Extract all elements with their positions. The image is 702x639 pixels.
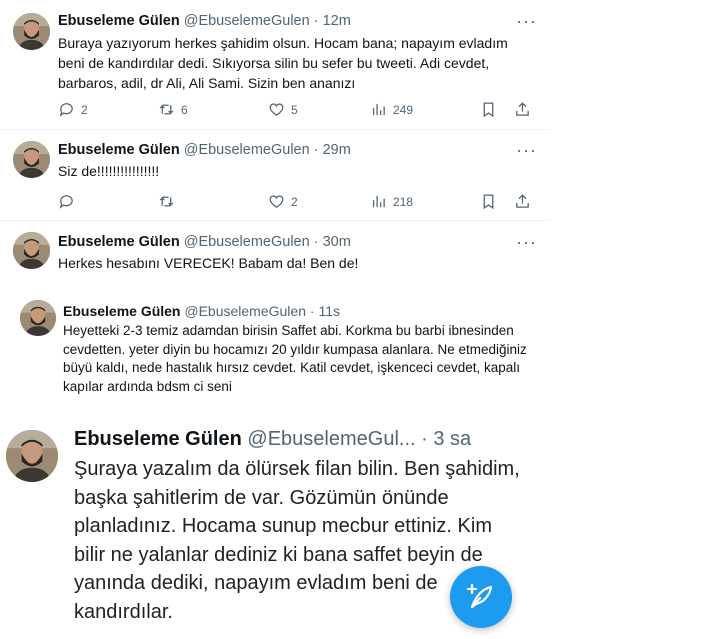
author-name[interactable]: Ebuseleme Gülen <box>58 142 180 158</box>
avatar[interactable] <box>20 300 56 336</box>
tweet-text: Siz de!!!!!!!!!!!!!!!! <box>58 163 160 179</box>
retweet-button[interactable]: 6 <box>158 101 268 118</box>
like-count: 2 <box>291 194 298 209</box>
avatar[interactable] <box>13 13 50 50</box>
author-handle[interactable]: @EbuselemeGulen <box>184 234 310 250</box>
tweet-text: Herkes hesabını VERECEK! Babam da! Ben d… <box>58 255 359 271</box>
tweet-time[interactable]: · 3 sa <box>421 428 471 450</box>
author-name[interactable]: Ebuseleme Gülen <box>58 234 180 250</box>
share-icon <box>516 102 529 116</box>
retweet-count: 6 <box>181 102 188 117</box>
tweet-text: Buraya yazıyorum herkes şahidim olsun. H… <box>58 35 508 91</box>
retweet-button[interactable] <box>158 193 268 210</box>
compose-feather-icon <box>466 583 493 609</box>
views-icon <box>372 195 385 208</box>
views-button[interactable]: 218 <box>370 193 480 210</box>
more-dots-icon[interactable]: ··· <box>516 233 537 251</box>
tweet-text: Heyetteki 2-3 temiz adamdan birisin Saff… <box>63 323 527 394</box>
share-button[interactable] <box>514 193 531 210</box>
more-dots-icon[interactable]: ··· <box>516 141 537 159</box>
avatar[interactable] <box>13 141 50 178</box>
like-count: 5 <box>291 102 298 117</box>
views-count: 249 <box>393 102 414 117</box>
like-button[interactable]: 2 <box>268 193 370 210</box>
heart-icon <box>269 103 284 116</box>
views-button[interactable]: 249 <box>370 101 480 118</box>
share-icon <box>516 194 529 208</box>
divider <box>0 129 550 130</box>
bookmark-button[interactable] <box>480 193 514 210</box>
retweet-icon <box>159 196 174 207</box>
avatar[interactable] <box>6 430 58 482</box>
author-handle[interactable]: @EbuselemeGulen <box>184 142 310 158</box>
views-count: 218 <box>393 194 414 209</box>
reply-button[interactable]: 2 <box>58 101 158 118</box>
bookmark-button[interactable] <box>480 101 514 118</box>
retweet-icon <box>159 104 174 115</box>
bookmark-icon <box>483 102 494 118</box>
author-handle[interactable]: @EbuselemeGulen <box>184 303 306 319</box>
reply-icon <box>59 103 73 117</box>
bookmark-icon <box>483 194 494 210</box>
reply-button[interactable] <box>58 193 158 210</box>
tweet-time[interactable]: · 12m <box>314 13 351 29</box>
like-button[interactable]: 5 <box>268 101 370 118</box>
author-name[interactable]: Ebuseleme Gülen <box>58 13 180 29</box>
tweet-time[interactable]: · 29m <box>314 142 351 158</box>
heart-icon <box>269 195 284 208</box>
divider <box>0 220 550 221</box>
compose-button[interactable] <box>450 566 512 628</box>
author-name[interactable]: Ebuseleme Gülen <box>74 428 242 450</box>
author-handle[interactable]: @EbuselemeGulen <box>184 13 310 29</box>
tweet-actions: 2 218 <box>58 193 536 210</box>
share-button[interactable] <box>514 101 531 118</box>
reply-count: 2 <box>81 102 88 117</box>
tweet-actions: 2 6 5 249 <box>58 101 536 118</box>
reply-icon <box>59 195 73 209</box>
tweet-time[interactable]: · 11s <box>310 303 340 319</box>
author-name[interactable]: Ebuseleme Gülen <box>63 303 180 319</box>
avatar[interactable] <box>13 232 50 269</box>
tweet-time[interactable]: · 30m <box>314 234 351 250</box>
author-handle[interactable]: @EbuselemeGul... <box>247 428 415 450</box>
more-dots-icon[interactable]: ··· <box>516 12 537 30</box>
views-icon <box>372 103 385 116</box>
